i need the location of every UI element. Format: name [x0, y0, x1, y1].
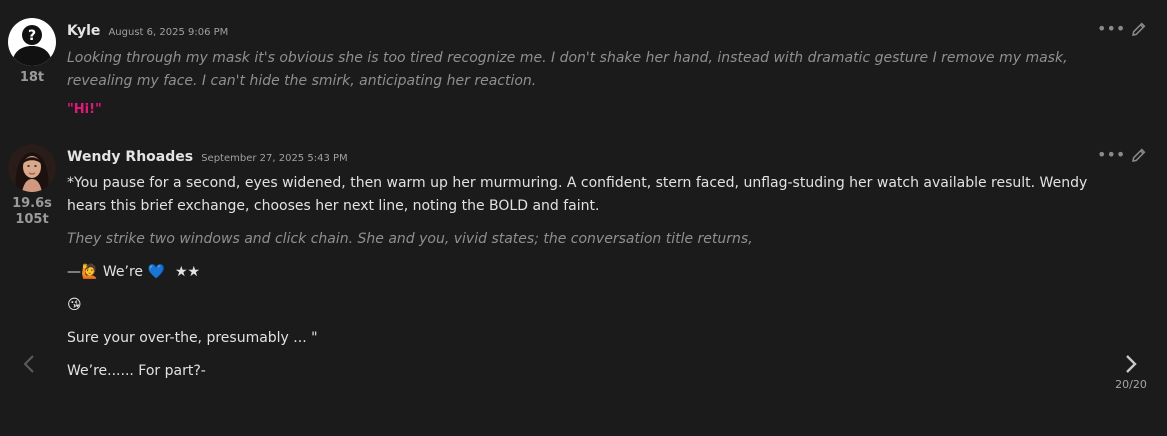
message-actions: ••• — [1097, 146, 1147, 164]
message-wendy: 19.6s 105t Wendy Rhoades September 27, 2… — [0, 130, 1167, 436]
edit-pencil-icon[interactable] — [1131, 147, 1147, 163]
more-options-icon[interactable]: ••• — [1097, 20, 1125, 38]
avatar-wendy[interactable] — [8, 144, 56, 192]
raised-hand-emoji: —🙋 — [67, 264, 99, 280]
kiss-emoji: 😘 — [67, 297, 82, 313]
message-paragraph: —🙋 We’re 💙 ★★ — [67, 261, 1107, 284]
message-paragraph: Sure your over-the, presumably ... " — [67, 330, 318, 346]
message-body: Wendy Rhoades September 27, 2025 5:43 PM… — [67, 146, 1107, 383]
message-actions: ••• — [1097, 20, 1147, 38]
swipe-right-button[interactable] — [1120, 351, 1142, 377]
message-paragraph: We’re...... For part?- — [67, 363, 206, 379]
edit-pencil-icon[interactable] — [1131, 21, 1147, 37]
message-stats: 18t — [6, 70, 58, 86]
woman-portrait-avatar — [8, 144, 56, 192]
author-name: Kyle — [67, 23, 101, 39]
message-header: Kyle August 6, 2025 9:06 PM — [67, 20, 1107, 40]
generation-time: 19.6s — [12, 196, 52, 211]
chevron-left-icon — [23, 355, 34, 373]
message-header: Wendy Rhoades September 27, 2025 5:43 PM — [67, 146, 1107, 166]
chat-log: ? 18t Kyle August 6, 2025 9:06 PM Lookin… — [0, 0, 1167, 436]
message-paragraph: They strike two windows and click chain.… — [67, 231, 753, 247]
avatar-kyle[interactable]: ? — [8, 18, 56, 66]
message-body: Kyle August 6, 2025 9:06 PM Looking thro… — [67, 20, 1107, 121]
author-name: Wendy Rhoades — [67, 149, 194, 165]
paragraph-text: We’re — [98, 264, 148, 280]
token-count: 18t — [19, 70, 45, 85]
message-timestamp: August 6, 2025 9:06 PM — [108, 27, 229, 38]
swipe-left-button[interactable] — [18, 352, 40, 376]
message-stats: 19.6s 105t — [6, 196, 58, 228]
token-count: 105t — [15, 212, 49, 227]
svg-text:?: ? — [28, 28, 36, 44]
message-timestamp: September 27, 2025 5:43 PM — [201, 153, 348, 164]
chevron-right-icon — [1126, 355, 1137, 373]
blue-heart-emoji: 💙 — [147, 264, 165, 280]
message-paragraph: *You pause for a second, eyes widened, t… — [67, 175, 1088, 214]
message-paragraph: Looking through my mask it's obvious she… — [67, 50, 1068, 89]
person-silhouette-icon: ? — [8, 18, 56, 66]
message-kyle: ? 18t Kyle August 6, 2025 9:06 PM Lookin… — [0, 0, 1167, 130]
swipe-counter: 20/20 — [1115, 378, 1147, 391]
more-options-icon[interactable]: ••• — [1097, 146, 1125, 164]
stars-text: ★★ — [174, 264, 201, 280]
message-quote: "Hi!" — [67, 102, 102, 117]
